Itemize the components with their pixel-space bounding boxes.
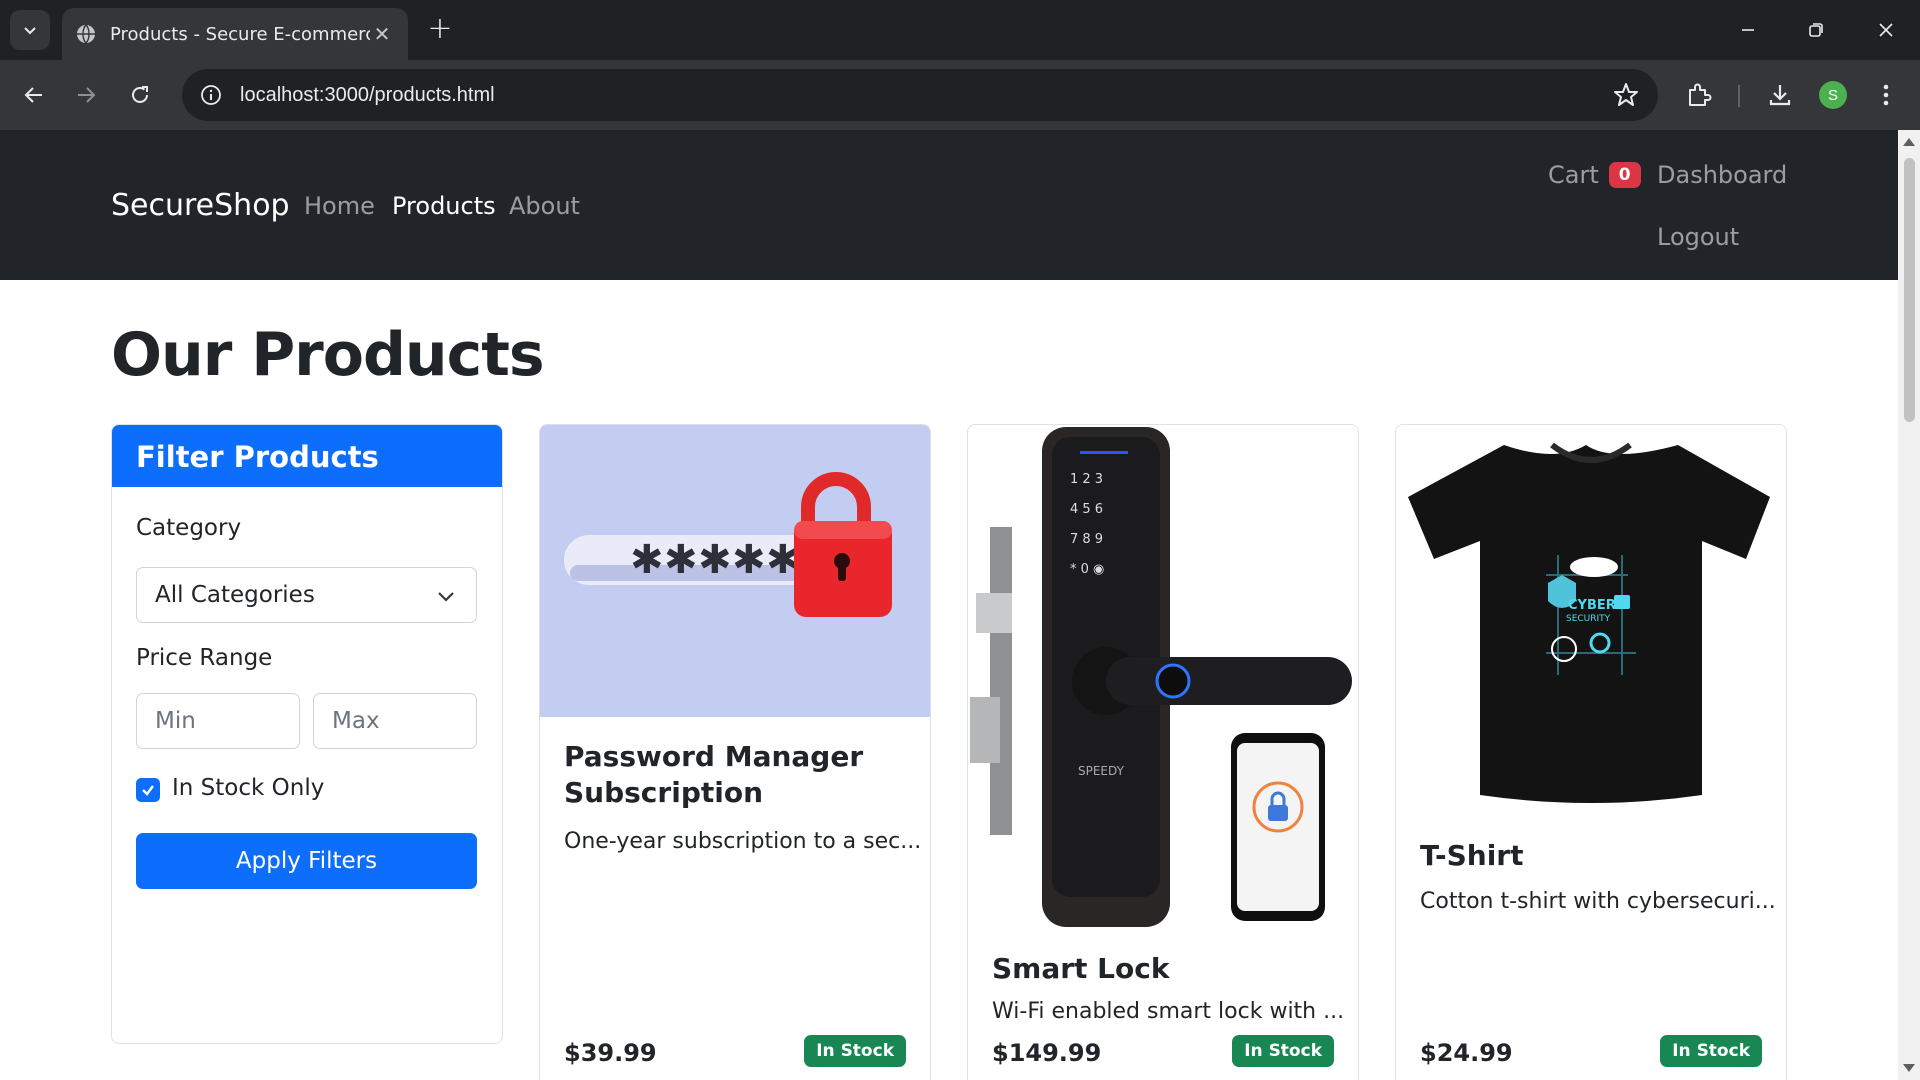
category-value: All Categories xyxy=(155,582,315,608)
stock-badge: In Stock xyxy=(1232,1035,1334,1067)
tab-title: Products - Secure E-commerce xyxy=(110,23,370,45)
restore-icon[interactable] xyxy=(1792,10,1840,50)
svg-text:SECURITY: SECURITY xyxy=(1566,614,1611,624)
filter-header: Filter Products xyxy=(112,425,502,487)
min-price-input[interactable]: Min xyxy=(136,693,300,749)
price-range-label: Price Range xyxy=(136,645,273,671)
svg-text:4 5 6: 4 5 6 xyxy=(1070,502,1103,517)
extensions-icon[interactable] xyxy=(1681,77,1717,113)
in-stock-label[interactable]: In Stock Only xyxy=(172,775,324,801)
nav-dashboard[interactable]: Dashboard xyxy=(1657,161,1787,189)
scroll-up-icon[interactable] xyxy=(1903,138,1915,146)
forward-icon[interactable] xyxy=(66,75,106,115)
svg-text:✱: ✱ xyxy=(664,537,698,583)
address-bar[interactable]: localhost:3000/products.html xyxy=(182,69,1658,121)
tab-list-icon[interactable] xyxy=(10,10,50,50)
cart-count-badge: 0 xyxy=(1608,162,1641,188)
svg-text:✱: ✱ xyxy=(698,537,732,583)
svg-text:7 8 9: 7 8 9 xyxy=(1070,532,1103,547)
category-label: Category xyxy=(136,515,242,541)
svg-text:SPEEDY: SPEEDY xyxy=(1078,764,1125,778)
browser-tabbar: Products - Secure E-commerce ✕ + xyxy=(0,0,1920,60)
nav-about[interactable]: About xyxy=(509,192,580,220)
product-title[interactable]: Password Manager Subscription xyxy=(564,739,930,811)
product-title[interactable]: Smart Lock xyxy=(992,951,1169,987)
product-card[interactable]: 1 2 3 4 5 6 7 8 9 * 0 ◉ SPEEDY Smart Loc… xyxy=(967,424,1359,1080)
product-description: Wi-Fi enabled smart lock with ... xyxy=(992,999,1345,1024)
category-select[interactable]: All Categories xyxy=(136,567,477,623)
url-text: localhost:3000/products.html xyxy=(240,83,495,106)
avatar[interactable]: S xyxy=(1819,81,1847,109)
product-image: ✱ ✱ ✱ ✱ ✱ xyxy=(540,425,930,717)
browser-tab[interactable]: Products - Secure E-commerce ✕ xyxy=(62,8,408,60)
svg-text:✱: ✱ xyxy=(630,537,664,583)
toolbar-divider xyxy=(1738,85,1740,107)
more-icon[interactable] xyxy=(1868,77,1904,113)
filter-panel: Filter Products Category All Categories … xyxy=(111,424,503,1044)
window-close-icon[interactable] xyxy=(1862,10,1910,50)
in-stock-checkbox[interactable] xyxy=(136,778,160,802)
chevron-down-icon xyxy=(438,592,454,602)
svg-text:✱: ✱ xyxy=(732,537,766,583)
close-icon[interactable]: ✕ xyxy=(370,22,394,46)
cart-label: Cart xyxy=(1548,161,1599,189)
page-scrollbar[interactable] xyxy=(1898,130,1920,1080)
plus-icon[interactable]: + xyxy=(424,14,456,46)
max-placeholder: Max xyxy=(332,708,380,734)
scroll-down-icon[interactable] xyxy=(1903,1064,1915,1072)
back-icon[interactable] xyxy=(14,75,54,115)
product-price: $149.99 xyxy=(992,1039,1102,1067)
nav-home[interactable]: Home xyxy=(304,192,375,220)
apply-filters-button[interactable]: Apply Filters xyxy=(136,833,477,889)
browser-toolbar: localhost:3000/products.html S xyxy=(0,60,1920,130)
check-icon xyxy=(142,785,154,796)
site-info-icon[interactable] xyxy=(196,80,226,110)
max-price-input[interactable]: Max xyxy=(313,693,477,749)
product-image: 1 2 3 4 5 6 7 8 9 * 0 ◉ SPEEDY xyxy=(968,425,1358,930)
page-viewport: SecureShop Home Products About Cart 0 Da… xyxy=(0,130,1898,1080)
page-title: Our Products xyxy=(111,320,545,390)
nav-logout[interactable]: Logout xyxy=(1657,223,1739,251)
nav-products[interactable]: Products xyxy=(392,192,496,220)
svg-text:CYBER: CYBER xyxy=(1568,598,1616,613)
product-description: Cotton t-shirt with cybersecuri... xyxy=(1420,889,1776,914)
product-title[interactable]: T-Shirt xyxy=(1420,838,1524,874)
stock-badge: In Stock xyxy=(1660,1035,1762,1067)
site-navbar: SecureShop Home Products About Cart 0 Da… xyxy=(0,130,1898,280)
download-icon[interactable] xyxy=(1762,77,1798,113)
svg-text:1 2 3: 1 2 3 xyxy=(1070,472,1103,487)
reload-icon[interactable] xyxy=(120,75,160,115)
product-price: $24.99 xyxy=(1420,1039,1513,1067)
product-card[interactable]: CYBER SECURITY T-Shirt Cotton t-shirt wi… xyxy=(1395,424,1787,1080)
product-image: CYBER SECURITY xyxy=(1396,425,1786,817)
min-placeholder: Min xyxy=(155,708,196,734)
minimize-icon[interactable] xyxy=(1724,10,1772,50)
stock-badge: In Stock xyxy=(804,1035,906,1067)
product-card[interactable]: ✱ ✱ ✱ ✱ ✱ Password Manager Subscription … xyxy=(539,424,931,1080)
star-icon[interactable] xyxy=(1612,81,1640,109)
globe-icon xyxy=(76,24,96,44)
svg-text:* 0 ◉: * 0 ◉ xyxy=(1070,562,1104,577)
product-price: $39.99 xyxy=(564,1039,657,1067)
brand-logo[interactable]: SecureShop xyxy=(111,188,290,223)
product-description: One-year subscription to a sec... xyxy=(564,829,922,854)
scrollbar-thumb[interactable] xyxy=(1904,158,1915,422)
nav-cart[interactable]: Cart 0 xyxy=(1548,161,1641,189)
